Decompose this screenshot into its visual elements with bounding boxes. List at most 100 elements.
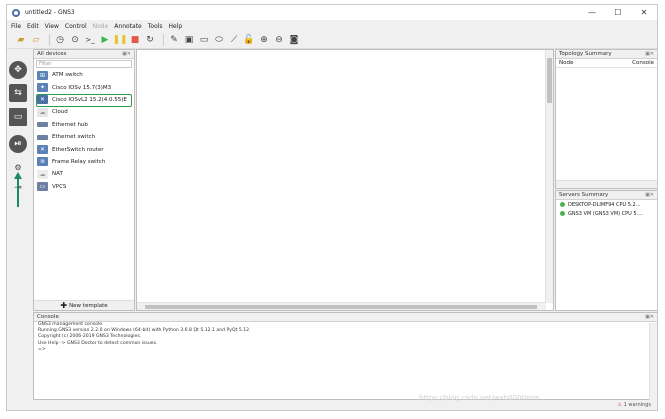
scroll-thumb[interactable] bbox=[547, 58, 552, 103]
column-node[interactable]: Node bbox=[559, 60, 573, 66]
draw-rectangle-icon[interactable]: ▭ bbox=[198, 34, 210, 46]
menu-help[interactable]: Help bbox=[169, 23, 183, 30]
new-template-button[interactable]: ✚ New template bbox=[34, 300, 134, 310]
server-label: GNS3 VM (GNS3 VM) CPU 5.... bbox=[568, 210, 643, 217]
toolbar-divider bbox=[49, 34, 50, 46]
device-label: Frame Relay switch bbox=[52, 158, 106, 165]
servers-summary-header: Servers Summary ▣✕ bbox=[556, 191, 657, 200]
servers-summary-panel: Servers Summary ▣✕ DESKTOP-DLIMF94 CPU 5… bbox=[555, 190, 657, 311]
console-output[interactable]: GNS3 management console. Running GNS3 ve… bbox=[34, 322, 657, 353]
device-item[interactable]: ✦ Cisco IOSv 15.7(3)M3 bbox=[34, 81, 134, 93]
draw-ellipse-icon[interactable]: ⬭ bbox=[213, 34, 225, 46]
server-status-icon bbox=[560, 202, 565, 207]
warnings-indicator[interactable]: ⚠ 1 warnings bbox=[618, 402, 651, 408]
device-label: Cisco IOSv 15.7(3)M3 bbox=[52, 84, 112, 91]
device-item[interactable]: Ethernet hub bbox=[34, 119, 134, 131]
panel-float-close-icon[interactable]: ▣✕ bbox=[645, 51, 654, 57]
gns3-window: untitled2 - GNS3 — ☐ ✕ File Edit View Co… bbox=[6, 4, 658, 411]
atm-switch-icon: ⊞ bbox=[37, 70, 48, 80]
warning-icon: ⚠ bbox=[617, 402, 622, 408]
cloud-icon: ☁ bbox=[37, 107, 48, 117]
router-icon: ✦ bbox=[37, 83, 48, 93]
maximize-button[interactable]: ☐ bbox=[605, 5, 631, 20]
device-label: EtherSwitch router bbox=[52, 146, 104, 153]
main-toolbar: ▰ ▱ ◷ ⊙ >_ ▶ ❚❚ ■ ↻ ✎ ▣ ▭ ⬭ ⟋ 🔓 ⊕ ⊖ ◙ bbox=[7, 32, 657, 49]
device-label: Cloud bbox=[52, 109, 68, 116]
title-bar: untitled2 - GNS3 — ☐ ✕ bbox=[7, 5, 657, 20]
open-folder-icon[interactable]: ▱ bbox=[30, 34, 42, 46]
browse-routers-icon[interactable]: ✥ bbox=[9, 61, 27, 79]
device-label: VPCS bbox=[52, 183, 67, 190]
device-type-sidebar: ✥ ⇆ ▭ ⏯ ⚙ ⊸ bbox=[7, 51, 29, 216]
menu-tools[interactable]: Tools bbox=[148, 23, 163, 30]
browse-security-icon[interactable]: ⏯ bbox=[9, 135, 27, 153]
panel-float-close-icon[interactable]: ▣✕ bbox=[122, 51, 131, 57]
device-filter-input[interactable]: Filter bbox=[36, 60, 132, 68]
server-item[interactable]: DESKTOP-DLIMF94 CPU 5.2... bbox=[556, 200, 657, 209]
hub-icon bbox=[37, 122, 48, 128]
stop-all-icon[interactable]: ■ bbox=[129, 34, 141, 46]
etherswitch-router-icon: ✕ bbox=[37, 145, 48, 155]
add-note-icon[interactable]: ✎ bbox=[168, 34, 180, 46]
zoom-out-icon[interactable]: ⊖ bbox=[273, 34, 285, 46]
panel-float-close-icon[interactable]: ▣✕ bbox=[645, 314, 654, 320]
vpcs-icon: ▭ bbox=[37, 182, 48, 192]
browse-end-devices-icon[interactable]: ▭ bbox=[9, 108, 27, 126]
device-item[interactable]: ☁ Cloud bbox=[34, 106, 134, 118]
zoom-in-icon[interactable]: ⊕ bbox=[258, 34, 270, 46]
minimize-button[interactable]: — bbox=[579, 5, 605, 20]
console-vertical-scrollbar[interactable] bbox=[649, 323, 657, 400]
browse-switches-icon[interactable]: ⇆ bbox=[9, 84, 27, 102]
panel-float-close-icon[interactable]: ▣✕ bbox=[645, 192, 654, 198]
watermark-text: https://blog.csdn.net/wxh0000mm bbox=[419, 394, 540, 402]
menu-annotate[interactable]: Annotate bbox=[114, 23, 141, 30]
reload-all-icon[interactable]: ↻ bbox=[144, 34, 156, 46]
topology-canvas[interactable] bbox=[136, 49, 554, 311]
device-item[interactable]: ≋ Frame Relay switch bbox=[34, 156, 134, 168]
devices-panel-title: All devices bbox=[37, 51, 67, 57]
console-header: Console ▣✕ bbox=[34, 313, 657, 322]
device-item[interactable]: ☁ NAT bbox=[34, 168, 134, 180]
column-console[interactable]: Console bbox=[632, 60, 654, 66]
server-status-icon bbox=[560, 211, 565, 216]
menu-bar: File Edit View Control Node Annotate Too… bbox=[7, 21, 657, 32]
start-all-icon[interactable]: ▶ bbox=[99, 34, 111, 46]
canvas-vertical-scrollbar[interactable] bbox=[545, 50, 553, 303]
server-item[interactable]: GNS3 VM (GNS3 VM) CPU 5.... bbox=[556, 209, 657, 218]
device-item[interactable]: ✕ EtherSwitch router bbox=[34, 143, 134, 155]
close-button[interactable]: ✕ bbox=[631, 5, 657, 20]
snapshot-clock-icon[interactable]: ◷ bbox=[54, 34, 66, 46]
switch-icon bbox=[37, 134, 48, 140]
device-item[interactable]: ⊞ ATM switch bbox=[34, 69, 134, 81]
device-item[interactable]: Ethernet switch bbox=[34, 131, 134, 143]
draw-line-icon[interactable]: ⟋ bbox=[228, 34, 240, 46]
device-item[interactable]: ▭ VPCS bbox=[34, 181, 134, 193]
servers-summary-title: Servers Summary bbox=[559, 192, 609, 198]
menu-edit[interactable]: Edit bbox=[27, 23, 39, 30]
annotation-arrow-icon bbox=[14, 172, 22, 207]
show-interface-labels-icon[interactable]: ⊙ bbox=[69, 34, 81, 46]
warnings-count: 1 warnings bbox=[623, 402, 651, 408]
open-project-icon[interactable]: ▰ bbox=[15, 34, 27, 46]
topology-horizontal-scrollbar[interactable] bbox=[556, 180, 657, 188]
suspend-all-icon[interactable]: ❚❚ bbox=[112, 34, 127, 46]
console-prompt[interactable]: => bbox=[34, 347, 657, 353]
toolbar-divider bbox=[163, 34, 164, 46]
canvas-horizontal-scrollbar[interactable] bbox=[137, 302, 546, 310]
device-item-highlighted[interactable]: ✕ Cisco IOSvL2 15.2(4.0.55)E bbox=[34, 93, 134, 107]
menu-file[interactable]: File bbox=[11, 23, 21, 30]
topology-summary-panel: Topology Summary ▣✕ Node Console bbox=[555, 49, 657, 189]
scroll-thumb[interactable] bbox=[145, 305, 537, 309]
nat-icon: ☁ bbox=[37, 169, 48, 179]
highlight-box bbox=[36, 93, 132, 107]
screenshot-icon[interactable]: ◙ bbox=[288, 34, 300, 46]
topology-summary-title: Topology Summary bbox=[559, 51, 612, 57]
console-all-icon[interactable]: >_ bbox=[84, 34, 96, 46]
menu-view[interactable]: View bbox=[45, 23, 59, 30]
lock-icon[interactable]: 🔓 bbox=[243, 34, 255, 46]
menu-control[interactable]: Control bbox=[65, 23, 87, 30]
devices-panel-header: All devices ▣✕ bbox=[34, 50, 134, 59]
menu-node[interactable]: Node bbox=[93, 23, 109, 30]
plus-icon: ✚ bbox=[60, 301, 68, 310]
insert-picture-icon[interactable]: ▣ bbox=[183, 34, 195, 46]
